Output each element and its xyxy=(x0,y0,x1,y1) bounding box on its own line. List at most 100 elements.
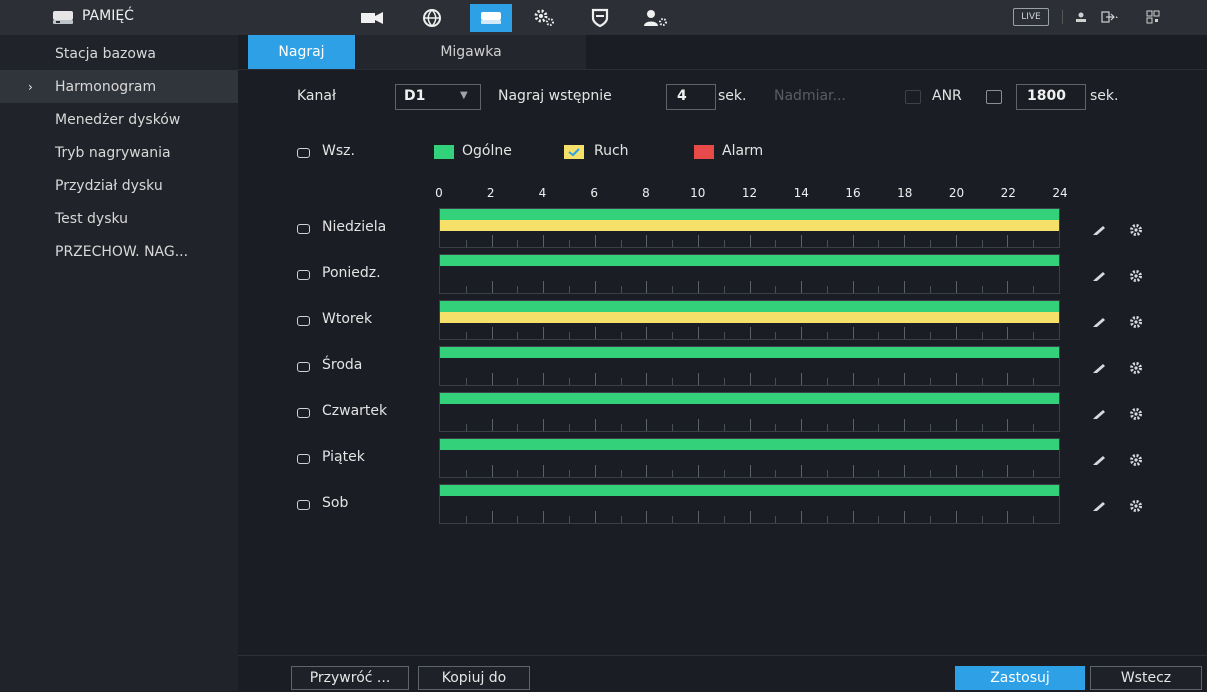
hour-tick xyxy=(646,373,648,385)
tab-nagraj[interactable]: Nagraj xyxy=(248,35,355,69)
gear-icon[interactable] xyxy=(1128,452,1144,468)
sidebar-item-przechow-nag[interactable]: PRZECHOW. NAG... xyxy=(0,235,238,268)
day-label: Piątek xyxy=(322,449,365,465)
channel-select[interactable]: D1 ▼ xyxy=(395,84,481,110)
hour-tick xyxy=(904,327,906,339)
hour-tick xyxy=(723,240,725,247)
sidebar-item-label: PRZECHOW. NAG... xyxy=(55,243,189,260)
system-gears-icon[interactable] xyxy=(524,4,564,32)
hour-tick xyxy=(697,511,699,523)
sidebar-item-menedzer-dyskow[interactable]: Menedżer dysków xyxy=(0,103,238,136)
pencil-icon[interactable] xyxy=(1091,453,1107,469)
gear-icon[interactable] xyxy=(1128,406,1144,422)
tab-migawka[interactable]: Migawka xyxy=(356,35,586,69)
day-checkbox[interactable] xyxy=(297,454,310,464)
sidebar-item-tryb-nagrywania[interactable]: Tryb nagrywania xyxy=(0,136,238,169)
pencil-icon[interactable] xyxy=(1091,223,1107,239)
pencil-icon[interactable] xyxy=(1091,499,1107,515)
qr-icon[interactable] xyxy=(1146,8,1160,26)
day-timeline[interactable] xyxy=(439,438,1060,478)
hour-tick xyxy=(1033,470,1035,477)
redundancy-checkbox[interactable] xyxy=(905,90,921,104)
network-globe-icon[interactable] xyxy=(412,4,452,32)
hour-tick xyxy=(775,378,777,385)
camera-icon[interactable] xyxy=(352,4,392,32)
hour-tick xyxy=(1007,281,1009,293)
anr-input[interactable]: 1800 xyxy=(1016,84,1086,110)
sidebar-item-przydzial-dysku[interactable]: Przydział dysku xyxy=(0,169,238,202)
gear-icon[interactable] xyxy=(1128,360,1144,376)
anr-checkbox[interactable] xyxy=(986,90,1002,104)
hour-tick xyxy=(801,281,803,293)
hour-tick xyxy=(568,378,570,385)
hour-tick xyxy=(1007,511,1009,523)
prerecord-value: 4 xyxy=(677,88,687,104)
user-icon[interactable] xyxy=(1075,8,1087,26)
hour-tick xyxy=(775,332,777,339)
hour-tick xyxy=(826,240,828,247)
gear-icon[interactable] xyxy=(1128,314,1144,330)
day-timeline[interactable] xyxy=(439,254,1060,294)
storage-icon[interactable] xyxy=(470,4,512,32)
hour-tick xyxy=(826,470,828,477)
pencil-icon[interactable] xyxy=(1091,361,1107,377)
select-all-checkbox[interactable] xyxy=(297,148,310,158)
live-button[interactable]: LIVE xyxy=(1013,8,1049,26)
day-timeline[interactable] xyxy=(439,300,1060,340)
prerecord-input[interactable]: 4 xyxy=(666,84,716,110)
tab-divider xyxy=(238,69,1207,70)
back-button[interactable]: Wstecz xyxy=(1090,666,1202,690)
chevron-right-icon: › xyxy=(28,79,33,94)
hour-label: 4 xyxy=(538,186,547,200)
hour-tick xyxy=(955,419,957,431)
sidebar-item-test-dysku[interactable]: Test dysku xyxy=(0,202,238,235)
sidebar-item-stacja-bazowa[interactable]: Stacja bazowa xyxy=(0,37,238,70)
gear-icon[interactable] xyxy=(1128,222,1144,238)
hour-tick xyxy=(1033,424,1035,431)
security-shield-icon[interactable] xyxy=(580,4,620,32)
day-checkbox[interactable] xyxy=(297,270,310,280)
hour-tick xyxy=(517,470,519,477)
hour-tick xyxy=(930,286,932,293)
general-record-bar xyxy=(440,485,1059,496)
apply-button[interactable]: Zastosuj xyxy=(955,666,1085,690)
logout-icon[interactable] xyxy=(1101,8,1119,26)
legend-general-swatch[interactable] xyxy=(434,145,454,159)
pencil-icon[interactable] xyxy=(1091,407,1107,423)
select-all-label: Wsz. xyxy=(322,143,355,159)
day-checkbox[interactable] xyxy=(297,316,310,326)
gear-icon[interactable] xyxy=(1128,268,1144,284)
legend-motion-swatch[interactable] xyxy=(564,145,584,159)
legend-alarm-swatch[interactable] xyxy=(694,145,714,159)
day-checkbox[interactable] xyxy=(297,362,310,372)
hour-tick xyxy=(878,286,880,293)
hour-tick xyxy=(568,286,570,293)
general-record-bar xyxy=(440,255,1059,266)
day-timeline[interactable] xyxy=(439,208,1060,248)
hour-tick xyxy=(594,373,596,385)
restore-button[interactable]: Przywróć ... xyxy=(291,666,409,690)
hour-tick xyxy=(594,511,596,523)
hour-tick xyxy=(981,240,983,247)
day-timeline[interactable] xyxy=(439,346,1060,386)
hour-tick xyxy=(517,516,519,523)
pencil-icon[interactable] xyxy=(1091,269,1107,285)
sidebar-item-harmonogram[interactable]: › Harmonogram xyxy=(0,70,238,103)
day-timeline[interactable] xyxy=(439,392,1060,432)
hour-tick xyxy=(697,419,699,431)
day-checkbox[interactable] xyxy=(297,224,310,234)
hour-tick xyxy=(672,470,674,477)
account-gear-icon[interactable] xyxy=(636,4,676,32)
hour-tick xyxy=(517,378,519,385)
general-record-bar xyxy=(440,209,1059,220)
hour-tick xyxy=(646,419,648,431)
gear-icon[interactable] xyxy=(1128,498,1144,514)
day-checkbox[interactable] xyxy=(297,500,310,510)
day-label: Niedziela xyxy=(322,219,387,235)
hour-tick xyxy=(852,465,854,477)
pencil-icon[interactable] xyxy=(1091,315,1107,331)
day-checkbox[interactable] xyxy=(297,408,310,418)
sidebar: Stacja bazowa › Harmonogram Menedżer dys… xyxy=(0,35,238,691)
day-timeline[interactable] xyxy=(439,484,1060,524)
copy-to-button[interactable]: Kopiuj do xyxy=(418,666,530,690)
